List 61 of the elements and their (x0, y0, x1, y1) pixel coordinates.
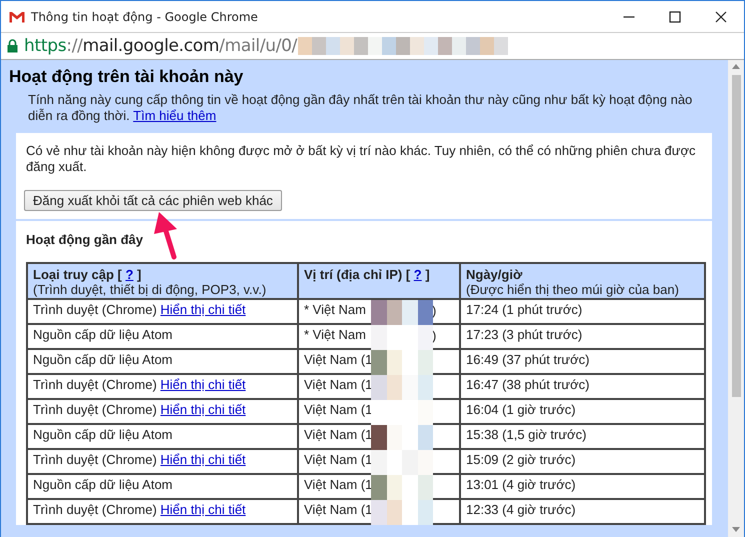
location-text: Việt Nam (1 (304, 377, 372, 392)
maximize-icon[interactable] (669, 10, 681, 22)
access-type: Trình duyệt (Chrome) (33, 452, 157, 467)
time-text: 15:09 (2 giờ trước) (466, 452, 576, 467)
redacted-block (371, 375, 433, 400)
column-header: Vị trí (địa chỉ IP) [ ? ] (304, 267, 431, 282)
scrollbar-thumb[interactable] (732, 75, 740, 397)
column-header: Loại truy cập [ ? ] (33, 267, 142, 282)
access-type: Nguồn cấp dữ liệu Atom (33, 327, 173, 342)
mail-logo-icon (9, 10, 25, 22)
access-type: Nguồn cấp dữ liệu Atom (33, 427, 173, 442)
access-type: Trình duyệt (Chrome) (33, 502, 157, 517)
time-text: 15:38 (1,5 giờ trước) (466, 427, 586, 442)
details-link[interactable]: Hiển thị chi tiết (160, 502, 246, 517)
location-text: Việt Nam (1 (304, 502, 372, 517)
location-text: * Việt Nam (304, 302, 366, 317)
help-link[interactable]: ? (125, 267, 134, 282)
scroll-up-icon[interactable] (732, 64, 740, 69)
help-link[interactable]: ? (414, 267, 422, 282)
scroll-down-icon[interactable] (732, 527, 740, 532)
access-type: Trình duyệt (Chrome) (33, 302, 157, 317)
close-icon[interactable] (715, 10, 727, 22)
details-link[interactable]: Hiển thị chi tiết (160, 302, 246, 317)
location-text: Việt Nam (1 (304, 452, 372, 467)
details-link[interactable]: Hiển thị chi tiết (160, 452, 246, 467)
redacted-block (371, 450, 433, 475)
time-text: 17:24 (1 phút trước) (466, 302, 582, 317)
details-link[interactable]: Hiển thị chi tiết (160, 402, 246, 417)
column-subtitle: (Trình duyệt, thiết bị di động, POP3, v.v.) (33, 282, 268, 297)
column-header: Ngày/giờ (466, 267, 524, 282)
window-title: Thông tin hoạt động - Google Chrome (31, 10, 259, 24)
location-text: Việt Nam (1 (304, 402, 372, 417)
access-type: Nguồn cấp dữ liệu Atom (33, 477, 173, 492)
time-text: 12:33 (4 giờ trước) (466, 502, 576, 517)
location-text: Việt Nam (1 (304, 477, 372, 492)
redacted-block (371, 325, 433, 350)
redacted-block (371, 425, 433, 450)
scrollbar[interactable] (728, 60, 744, 537)
sign-out-button[interactable]: Đăng xuất khỏi tất cả các phiên web khác (24, 190, 282, 211)
description-text: Tính năng này cung cấp thông tin về hoạt động gần đây nhất trên tài khoản thư này cũng như bất kỳ hoạt động nào diễn ra đồng thời. Tìm hiểu thêm (28, 92, 694, 124)
location-text: * Việt Nam (304, 327, 366, 342)
location-text: Việt Nam (1 (304, 427, 372, 442)
notice-text: Có vẻ như tài khoản này hiện không được mở ở bất kỳ vị trí nào khác. Tuy nhiên, có thể có những phiên chưa được đăng xuất. (26, 143, 696, 175)
time-text: 16:47 (38 phút trước) (466, 377, 590, 392)
page-title: Hoạt động trên tài khoản này (9, 67, 244, 87)
redacted-block (371, 350, 433, 375)
section-title: Hoạt động gần đây (26, 232, 144, 247)
location-text: Việt Nam (1 (304, 352, 372, 367)
details-link[interactable]: Hiển thị chi tiết (160, 377, 246, 392)
column-subtitle: (Được hiển thị theo múi giờ của ban) (466, 282, 680, 297)
access-type: Nguồn cấp dữ liệu Atom (33, 352, 173, 367)
time-text: 13:01 (4 giờ trước) (466, 477, 576, 492)
redacted-block (371, 300, 433, 325)
redacted-block (371, 400, 433, 425)
learn-more-link[interactable]: Tìm hiểu thêm (133, 108, 216, 123)
access-type: Trình duyệt (Chrome) (33, 377, 157, 392)
redacted-block (371, 475, 433, 500)
access-type: Trình duyệt (Chrome) (33, 402, 157, 417)
time-text: 16:04 (1 giờ trước) (466, 402, 576, 417)
time-text: 16:49 (37 phút trước) (466, 352, 590, 367)
time-text: 17:23 (3 phút trước) (466, 327, 582, 342)
